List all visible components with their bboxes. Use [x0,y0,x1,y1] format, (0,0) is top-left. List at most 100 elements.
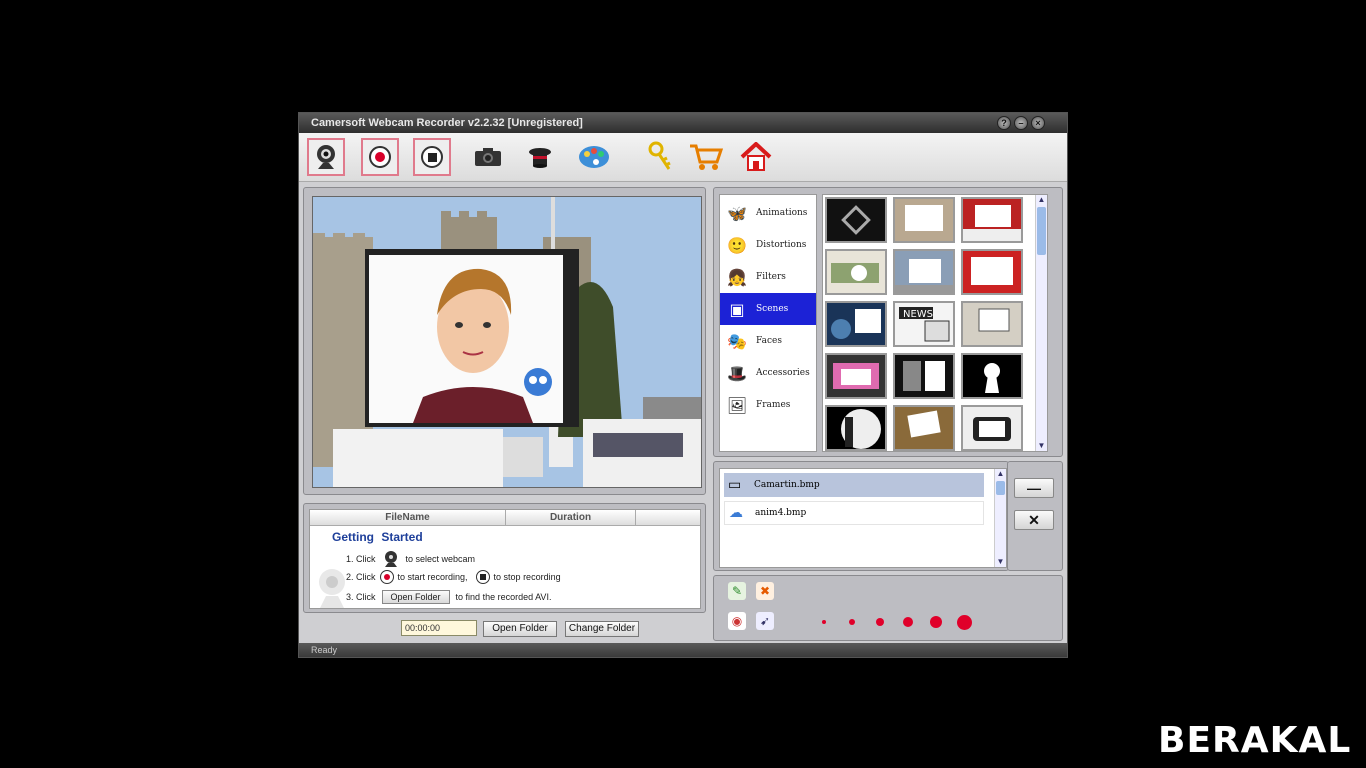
color-button[interactable] [575,138,613,176]
step-3-prefix: 3. Click [346,592,376,602]
step-2: 2. Click to start recording, to stop rec… [346,570,561,584]
brush-size-5[interactable] [926,612,946,632]
scroll-down-arrow[interactable]: ▼ [995,557,1006,567]
girl-icon: 👧 [727,267,747,287]
drawing-tools-panel: ✎ ✖ ◉ ➹ [713,575,1063,641]
watermark-logo: BERAKAL [1158,720,1352,761]
scene-thumbnail[interactable] [893,353,955,399]
remove-effect-button[interactable]: — [1014,478,1054,498]
scroll-up-arrow[interactable]: ▲ [1036,195,1047,205]
butterfly-icon: 🦋 [727,203,747,223]
stop-icon [475,570,490,584]
brush-size-3[interactable] [870,612,890,632]
step-2-mid: to start recording, [397,572,468,582]
register-button[interactable] [641,138,679,176]
applied-effects-list: ▭ Camartin.bmp ☁ anim4.bmp ▲ ▼ [719,468,1007,568]
home-icon [740,142,772,171]
color-wheel-icon[interactable]: ◉ [728,612,746,630]
open-folder-button[interactable]: Open Folder [483,621,557,637]
home-button[interactable] [737,138,775,176]
webcam-icon [317,145,335,169]
scene-thumbnail[interactable] [825,301,887,347]
step-3: 3. Click Open Folder to find the recorde… [346,590,551,604]
brush-size-1[interactable] [814,612,834,632]
list-scrollbar[interactable]: ▲ ▼ [994,469,1006,567]
category-accessories[interactable]: 🎩 Accessories [720,357,816,389]
window-controls: ? – × [997,116,1045,130]
svg-text:NEWS: NEWS [903,309,933,320]
recorded-files-table: FileName Duration Getting Started 1. Cli… [309,509,701,609]
scene-thumbnail[interactable] [825,353,887,399]
stop-icon [421,146,443,168]
pencil-icon[interactable]: ✎ [728,582,746,600]
list-item[interactable]: ▭ Camartin.bmp [724,473,984,497]
category-animations[interactable]: 🦋 Animations [720,197,816,229]
category-label: Accessories [756,368,810,378]
effects-button[interactable] [521,138,559,176]
applied-effects-panel: ▭ Camartin.bmp ☁ anim4.bmp ▲ ▼ [713,461,1009,571]
scene-thumbnail[interactable] [961,301,1023,347]
scene-thumbnail[interactable] [893,197,955,243]
frame-icon: ▭ [728,477,742,493]
category-label: Animations [756,208,808,218]
eraser-icon[interactable]: ✖ [756,582,774,600]
help-button[interactable]: ? [997,116,1011,130]
record-button[interactable] [361,138,399,176]
minimize-button[interactable]: – [1014,116,1028,130]
step-1-suffix: to select webcam [405,554,476,564]
category-frames[interactable]: 🖼 Frames [720,389,816,421]
record-icon [379,570,394,584]
scene-thumbnail[interactable]: NEWS [893,301,955,347]
recording-timer: 00:00:00 [401,620,477,636]
column-header-filename[interactable]: FileName [310,510,506,526]
brush-icon[interactable]: ➹ [756,612,774,630]
scene-thumbnail[interactable] [961,249,1023,295]
scroll-down-arrow[interactable]: ▼ [1036,441,1047,451]
hat-icon: 🎩 [727,363,747,383]
getting-started-title: Getting Started [332,530,423,544]
camera-icon [475,148,501,166]
buy-button[interactable] [687,138,725,176]
webcam-button[interactable] [307,138,345,176]
close-button[interactable]: × [1031,116,1045,130]
step-2-prefix: 2. Click [346,572,376,582]
scroll-up-arrow[interactable]: ▲ [995,469,1006,479]
brush-size-6[interactable] [954,612,974,632]
scene-thumbnail[interactable] [961,353,1023,399]
category-distortions[interactable]: 🙂 Distortions [720,229,816,261]
brush-size-2[interactable] [842,612,862,632]
snapshot-button[interactable] [469,138,507,176]
thumbnail-scrollbar[interactable]: ▲ ▼ [1035,195,1047,451]
scene-thumbnail[interactable] [825,249,887,295]
stop-button[interactable] [413,138,451,176]
clear-effects-button[interactable]: ✕ [1014,510,1054,530]
inline-open-folder-button[interactable]: Open Folder [381,590,450,604]
brush-size-4[interactable] [898,612,918,632]
scene-thumbnail[interactable] [893,405,955,451]
change-folder-button[interactable]: Change Folder [565,621,639,637]
scene-thumbnail[interactable] [825,405,887,451]
scene-thumbnail[interactable] [825,197,887,243]
preview-panel [303,187,706,495]
step-2-suffix: to stop recording [493,572,561,582]
category-faces[interactable]: 🎭 Faces [720,325,816,357]
webcam-preview[interactable] [312,196,702,488]
cart-icon [690,144,723,170]
category-filters[interactable]: 👧 Filters [720,261,816,293]
magic-hat-icon [529,148,551,168]
column-header-duration[interactable]: Duration [506,510,636,526]
scroll-thumb[interactable] [1037,207,1046,255]
category-scenes[interactable]: ▣ Scenes [720,293,816,325]
scene-thumbnail[interactable] [961,405,1023,451]
category-label: Frames [756,400,791,410]
category-label: Scenes [756,304,789,314]
key-icon [648,141,671,170]
title-bar[interactable]: Camersoft Webcam Recorder v2.2.32 [Unreg… [299,113,1067,133]
scene-thumbnail[interactable] [893,249,955,295]
mask-icon: 🎭 [727,331,747,351]
scene-thumbnail[interactable] [961,197,1023,243]
scroll-thumb[interactable] [996,481,1005,495]
frame-icon: 🖼 [726,395,748,415]
list-item[interactable]: ☁ anim4.bmp [724,501,984,525]
status-bar: Ready [299,643,1067,657]
